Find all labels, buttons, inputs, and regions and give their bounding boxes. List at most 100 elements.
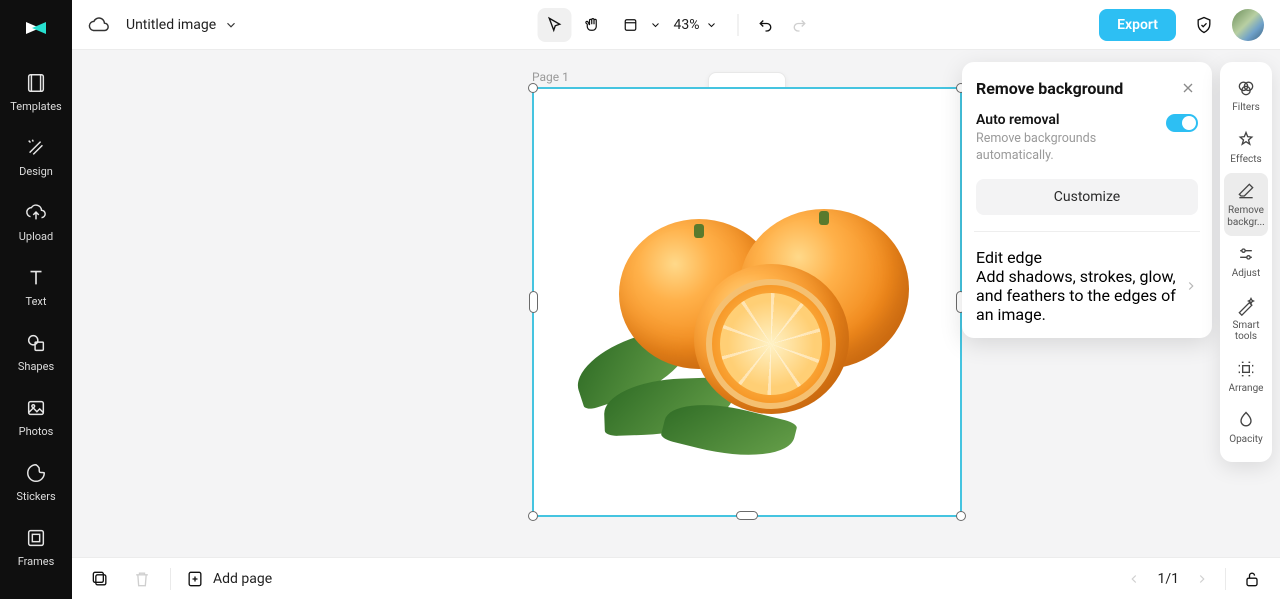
canvas-tools-group: 43% [538, 8, 815, 42]
separator [1225, 568, 1226, 590]
sidebar-item-label: Upload [19, 230, 53, 243]
zoom-dropdown[interactable]: 43% [674, 17, 718, 33]
delete-page-button[interactable] [128, 565, 156, 593]
sidebar-item-frames[interactable]: Frames [0, 517, 72, 582]
redo-button[interactable] [785, 10, 815, 40]
frames-icon [25, 527, 47, 549]
resize-handle-top-left[interactable] [528, 83, 538, 93]
auto-removal-title: Auto removal [976, 112, 1156, 128]
sidebar-item-stickers[interactable]: Stickers [0, 452, 72, 517]
design-icon [25, 137, 47, 159]
rail-opacity[interactable]: Opacity [1224, 402, 1268, 454]
lock-button[interactable] [1238, 565, 1266, 593]
rail-label: Filters [1232, 102, 1260, 114]
selected-image[interactable] [532, 87, 962, 517]
unlock-icon [1242, 569, 1262, 589]
capcut-logo-icon [22, 14, 50, 42]
rail-arrange[interactable]: Arrange [1224, 351, 1268, 403]
effects-icon [1236, 130, 1256, 150]
sidebar-item-upload[interactable]: Upload [0, 192, 72, 257]
close-icon [1180, 80, 1196, 96]
left-sidebar: Templates Design Upload Text Shapes Phot… [0, 0, 72, 599]
photos-icon [25, 397, 47, 419]
add-page-label: Add page [213, 571, 272, 587]
add-page-button[interactable]: Add page [185, 569, 272, 589]
filters-icon [1236, 78, 1256, 98]
resize-handle-bottom-left[interactable] [528, 511, 538, 521]
chevron-down-icon[interactable] [650, 19, 662, 31]
sidebar-item-label: Stickers [16, 490, 55, 503]
rail-smart-tools[interactable]: Smart tools [1224, 288, 1268, 351]
chevron-down-icon [706, 19, 718, 31]
cloud-sync-button[interactable] [88, 14, 110, 36]
hand-icon [584, 16, 602, 34]
auto-removal-row: Auto removal Remove backgrounds automati… [976, 112, 1198, 165]
sidebar-item-shapes[interactable]: Shapes [0, 322, 72, 387]
next-page-button[interactable] [1191, 568, 1213, 590]
rail-label: Remove backgr... [1224, 205, 1268, 228]
redo-icon [791, 16, 809, 34]
sidebar-item-design[interactable]: Design [0, 127, 72, 192]
rail-remove-background[interactable]: Remove backgr... [1224, 173, 1268, 236]
edit-edge-row[interactable]: Edit edge Add shadows, strokes, glow, an… [976, 248, 1198, 324]
separator [170, 568, 171, 590]
customize-button[interactable]: Customize [976, 179, 1198, 215]
brand-logo[interactable] [16, 8, 56, 48]
sidebar-item-photos[interactable]: Photos [0, 387, 72, 452]
edit-edge-subtitle: Add shadows, strokes, glow, and feathers… [976, 267, 1184, 324]
divider [974, 231, 1200, 232]
rail-effects[interactable]: Effects [1224, 122, 1268, 174]
top-bar: Untitled image 43% Export [72, 0, 1280, 50]
resize-handle-left[interactable] [529, 291, 538, 313]
pages-icon [90, 569, 110, 589]
remove-background-panel: Remove background Auto removal Remove ba… [962, 62, 1212, 338]
crop-icon [622, 16, 640, 34]
chevron-left-icon [1127, 572, 1141, 586]
document-title-dropdown[interactable]: Untitled image [126, 17, 238, 33]
page-indicator: 1/1 [1157, 571, 1179, 587]
rail-label: Adjust [1232, 268, 1261, 280]
arrange-icon [1236, 359, 1256, 379]
stickers-icon [25, 462, 47, 484]
bottom-bar: Add page 1/1 [72, 557, 1280, 599]
chevron-right-icon [1184, 279, 1198, 293]
rail-filters[interactable]: Filters [1224, 70, 1268, 122]
text-icon [25, 267, 47, 289]
chevron-right-icon [1195, 572, 1209, 586]
sidebar-item-templates[interactable]: Templates [0, 62, 72, 127]
eraser-icon [1236, 181, 1256, 201]
privacy-shield-button[interactable] [1190, 11, 1218, 39]
hand-tool-button[interactable] [576, 8, 610, 42]
panel-title: Remove background [976, 79, 1123, 98]
rail-adjust[interactable]: Adjust [1224, 236, 1268, 288]
trash-icon [132, 569, 152, 589]
select-tool-button[interactable] [538, 8, 572, 42]
resize-handle-bottom[interactable] [736, 511, 758, 520]
sidebar-item-text[interactable]: Text [0, 257, 72, 322]
shield-check-icon [1194, 15, 1214, 35]
canvas-stage[interactable]: Page 1 Remove background [72, 50, 1280, 557]
adjust-icon [1236, 244, 1256, 264]
export-button[interactable]: Export [1099, 9, 1176, 41]
pages-overview-button[interactable] [86, 565, 114, 593]
add-page-icon [185, 569, 205, 589]
magic-wand-icon [1236, 296, 1256, 316]
crop-tool-button[interactable] [614, 8, 648, 42]
zoom-value: 43% [674, 17, 700, 33]
undo-button[interactable] [751, 10, 781, 40]
opacity-icon [1236, 410, 1256, 430]
auto-removal-toggle[interactable] [1166, 114, 1198, 132]
stem-graphic [694, 224, 704, 238]
sidebar-item-label: Templates [10, 100, 61, 113]
right-tool-rail: Filters Effects Remove backgr... Adjust … [1220, 62, 1272, 462]
sidebar-item-label: Text [26, 295, 47, 308]
sidebar-item-label: Design [19, 165, 53, 178]
prev-page-button[interactable] [1123, 568, 1145, 590]
undo-icon [757, 16, 775, 34]
resize-handle-bottom-right[interactable] [956, 511, 966, 521]
chevron-down-icon [224, 18, 238, 32]
page-label: Page 1 [532, 70, 569, 84]
separator [738, 14, 739, 36]
panel-close-button[interactable] [1178, 78, 1198, 98]
user-avatar[interactable] [1232, 9, 1264, 41]
